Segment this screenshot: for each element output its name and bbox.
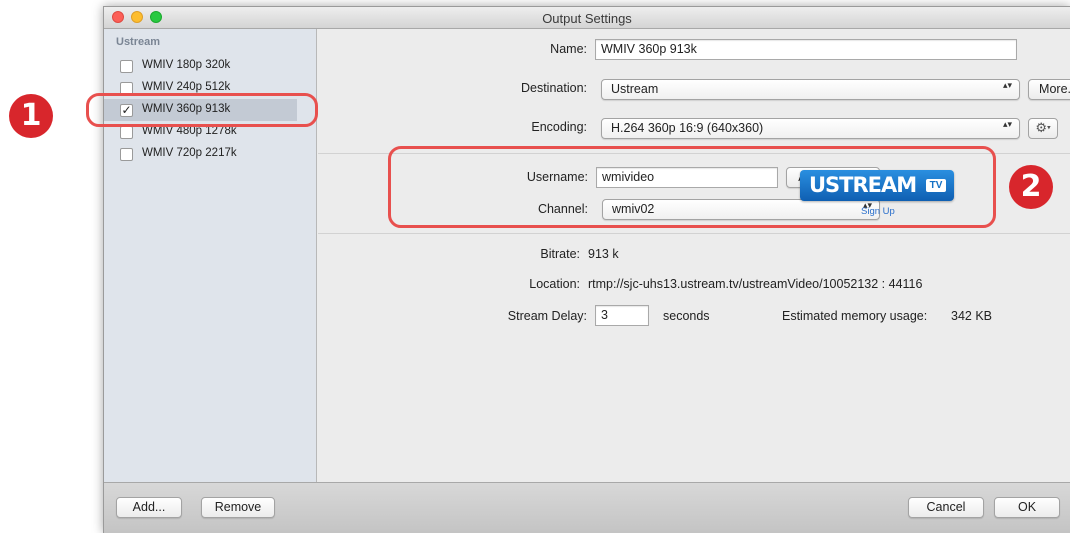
list-item-label: WMIV 180p 320k [142, 59, 231, 71]
callout-badge-2: 2 [1009, 165, 1053, 209]
bitrate-label: Bitrate: [540, 247, 580, 261]
list-item-label: WMIV 720p 2217k [142, 147, 237, 159]
location-value: rtmp://sjc-uhs13.ustream.tv/ustreamVideo… [588, 277, 923, 291]
popup-arrows-icon: ▴▾ [1002, 119, 1012, 129]
more-button[interactable]: More... [1028, 79, 1070, 100]
gear-icon: ⚙ [1035, 120, 1048, 135]
encoding-popup[interactable]: H.264 360p 16:9 (640x360) ▴▾ [601, 118, 1020, 139]
popup-arrows-icon: ▴▾ [1002, 80, 1012, 90]
stream-delay-field[interactable]: 3 [595, 305, 649, 326]
memory-usage-value: 342 KB [951, 309, 993, 323]
bottom-bar: Add... Remove Cancel OK [104, 482, 1070, 533]
output-checkbox[interactable] [120, 60, 133, 73]
highlight-ring-2 [388, 146, 996, 228]
bitrate-value: 913 k [588, 247, 619, 261]
output-settings-window: Output Settings Ustream WMIV 180p 320k W… [103, 6, 1070, 533]
output-checkbox[interactable] [120, 126, 133, 139]
highlight-ring-1 [86, 93, 318, 127]
section-divider [318, 233, 1070, 234]
list-item-wmiv-180p[interactable]: WMIV 180p 320k [104, 55, 297, 77]
location-label: Location: [529, 277, 580, 291]
sidebar-header: Ustream [116, 36, 161, 48]
destination-label: Destination: [520, 81, 587, 95]
encoding-value: H.264 360p 16:9 (640x360) [611, 121, 764, 135]
list-item-wmiv-720p[interactable]: WMIV 720p 2217k [104, 143, 297, 165]
window-title: Output Settings [542, 11, 632, 26]
name-field[interactable]: WMIV 360p 913k [595, 39, 1017, 60]
memory-usage-label: Estimated memory usage: [782, 309, 928, 323]
stream-delay-label: Stream Delay: [507, 309, 587, 323]
cancel-button[interactable]: Cancel [908, 497, 984, 518]
encoding-action-button[interactable]: ⚙▾ [1028, 118, 1058, 139]
seconds-label: seconds [663, 309, 710, 323]
encoding-label: Encoding: [531, 120, 587, 134]
remove-button[interactable]: Remove [201, 497, 275, 518]
destination-value: Ustream [611, 82, 659, 96]
name-label: Name: [550, 42, 587, 56]
callout-badge-1: 1 [9, 94, 53, 138]
output-checkbox[interactable] [120, 148, 133, 161]
title-bar[interactable]: Output Settings [104, 7, 1070, 29]
chevron-down-icon: ▾ [1047, 124, 1051, 132]
destination-popup[interactable]: Ustream ▴▾ [601, 79, 1020, 100]
settings-panel: Name: WMIV 360p 913k Destination: Ustrea… [318, 29, 1070, 483]
add-button[interactable]: Add... [116, 497, 182, 518]
list-item-label: WMIV 240p 512k [142, 81, 231, 93]
ok-button[interactable]: OK [994, 497, 1060, 518]
